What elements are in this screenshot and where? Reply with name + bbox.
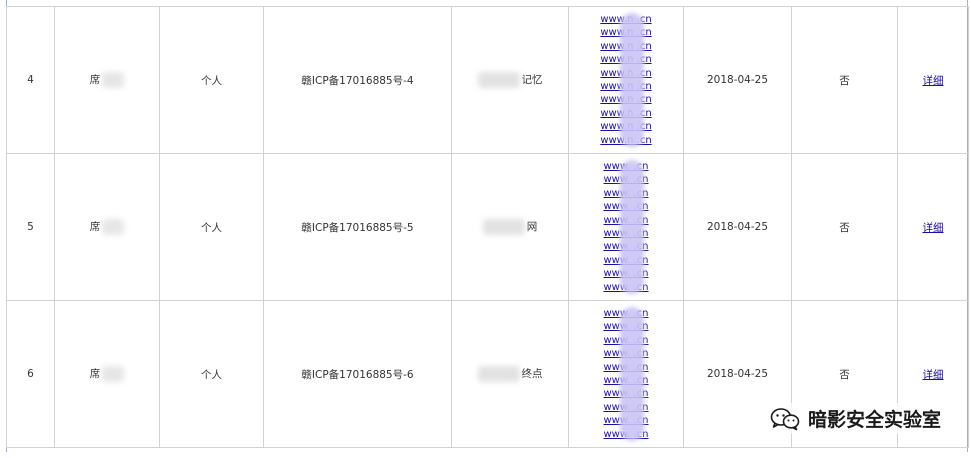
domain-link[interactable]: www. .cn	[604, 428, 649, 441]
site-name: 网	[526, 221, 538, 233]
row-index: 4	[6, 6, 55, 154]
domain-list: www.n .cn www.n .cn www.n .cn www.n .cn www.…	[570, 13, 683, 147]
owner-name-cell: 席	[54, 6, 160, 154]
domain-link[interactable]: www. .cn	[604, 320, 649, 333]
wechat-icon	[770, 407, 800, 430]
owner-type: 个人	[159, 153, 264, 301]
domain-list-cell: www.n .cn www.n .cn www.n .cn www.n .cn www.…	[568, 6, 684, 154]
icp-number: 赣ICP备17016885号-6	[263, 300, 452, 448]
domain-link[interactable]: www. .cn	[604, 361, 649, 374]
row-index: 5	[6, 153, 55, 301]
domain-link[interactable]: www.n .cn	[600, 53, 651, 66]
domain-link[interactable]: www.n .cn	[600, 93, 651, 106]
domain-list-cell: www. .cn www. .cn www. .cn www. .cn www. .cn…	[568, 300, 684, 448]
domain-link[interactable]: www. .cn	[604, 267, 649, 280]
row-index: 6	[6, 300, 55, 448]
domain-link[interactable]: www. .cn	[604, 387, 649, 400]
owner-name: 席	[89, 368, 101, 380]
redaction-blur	[477, 72, 520, 88]
site-name-cell: 记忆	[451, 6, 569, 154]
domain-list: www. .cn www. .cn www. .cn www. .cn www. .cn…	[570, 160, 683, 294]
owner-name: 席	[89, 221, 101, 233]
watermark: 暗影安全实验室	[765, 403, 945, 434]
domain-link[interactable]: www. .cn	[604, 414, 649, 427]
icp-number: 赣ICP备17016885号-4	[263, 6, 452, 154]
icp-number: 赣ICP备17016885号-5	[263, 153, 452, 301]
domain-link[interactable]: www. .cn	[604, 227, 649, 240]
icp-record-table: 4 席个人 赣ICP备17016885号-4 记忆 www.n .cn www.n .cn…	[6, 6, 969, 448]
owner-name: 席	[89, 74, 101, 86]
owner-type: 个人	[159, 6, 264, 154]
domain-link[interactable]: www.n .cn	[600, 26, 651, 39]
domain-link[interactable]: www. .cn	[604, 240, 649, 253]
status-flag: 否	[791, 153, 898, 301]
domain-link[interactable]: www.n .cn	[600, 80, 651, 93]
domain-link[interactable]: www.n .cn	[600, 107, 651, 120]
owner-name-cell: 席	[54, 153, 160, 301]
domain-link[interactable]: www. .cn	[604, 334, 649, 347]
domain-link[interactable]: www. .cn	[604, 307, 649, 320]
domain-link[interactable]: www. .cn	[604, 200, 649, 213]
domain-link[interactable]: www. .cn	[604, 374, 649, 387]
detail-link[interactable]: 详细	[923, 75, 944, 87]
detail-cell: 详细	[897, 153, 969, 301]
redaction-blur	[102, 219, 125, 235]
status-flag: 否	[791, 6, 898, 154]
domain-link[interactable]: www. .cn	[604, 173, 649, 186]
domain-link[interactable]: www.n .cn	[600, 13, 651, 26]
approval-date: 2018-04-25	[683, 153, 792, 301]
domain-link[interactable]: www.n .cn	[600, 134, 651, 147]
site-name-cell: 终点	[451, 300, 569, 448]
domain-link[interactable]: www.n .cn	[600, 67, 651, 80]
redaction-blur	[477, 366, 520, 382]
redaction-blur	[482, 219, 525, 235]
watermark-text: 暗影安全实验室	[807, 409, 941, 431]
domain-link[interactable]: www.n .cn	[600, 40, 651, 53]
domain-link[interactable]: www. .cn	[604, 347, 649, 360]
site-name-cell: 网	[451, 153, 569, 301]
domain-link[interactable]: www.n .cn	[600, 120, 651, 133]
domain-link[interactable]: www. .cn	[604, 160, 649, 173]
owner-type: 个人	[159, 300, 264, 448]
owner-name-cell: 席	[54, 300, 160, 448]
detail-link[interactable]: 详细	[923, 222, 944, 234]
redaction-blur	[102, 72, 125, 88]
domain-link[interactable]: www. .cn	[604, 401, 649, 414]
domain-link[interactable]: www. .cn	[604, 281, 649, 294]
detail-cell: 详细	[897, 6, 969, 154]
domain-link[interactable]: www. .cn	[604, 214, 649, 227]
table-row: 4 席个人 赣ICP备17016885号-4 记忆 www.n .cn www.n .cn…	[6, 6, 969, 154]
site-name: 记忆	[521, 74, 543, 86]
site-name: 终点	[521, 368, 543, 380]
approval-date: 2018-04-25	[683, 6, 792, 154]
domain-link[interactable]: www. .cn	[604, 187, 649, 200]
domain-list: www. .cn www. .cn www. .cn www. .cn www. .cn…	[570, 307, 683, 441]
domain-link[interactable]: www. .cn	[604, 254, 649, 267]
table-row: 5 席个人 赣ICP备17016885号-5 网 www. .cn www. .cn www…	[6, 153, 969, 301]
detail-link[interactable]: 详细	[923, 369, 944, 381]
domain-list-cell: www. .cn www. .cn www. .cn www. .cn www. .cn…	[568, 153, 684, 301]
redaction-blur	[102, 366, 125, 382]
